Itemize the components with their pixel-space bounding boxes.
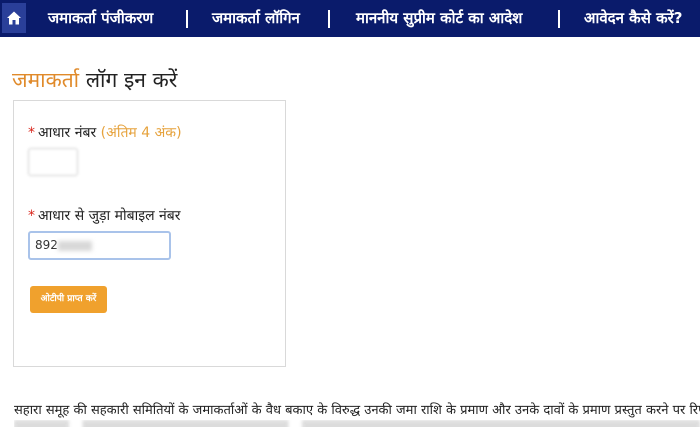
notice-text: सहारा समूह की सहकारी समितियों के जमाकर्त… (14, 403, 700, 418)
nav-depositor-registration[interactable]: जमाकर्ता पंजीकरण (48, 0, 153, 37)
required-mark: * (28, 125, 35, 141)
masked-digits (57, 240, 92, 251)
aadhaar-input[interactable] (28, 148, 78, 176)
page-title-rest: लॉग इन करें (85, 68, 178, 92)
mobile-label: * आधार से जुड़ा मोबाइल नंबर (28, 206, 181, 225)
nav-separator (186, 10, 188, 28)
aadhaar-hint: (अंतिम 4 अंक) (100, 125, 182, 141)
mobile-input-value: 892 (35, 238, 58, 252)
nav-supreme-court-order[interactable]: माननीय सुप्रीम कोर्ट का आदेश (356, 0, 522, 37)
required-mark: * (28, 208, 35, 224)
notice-text-continued (14, 420, 700, 427)
aadhaar-label: * आधार नंबर (अंतिम 4 अंक) (28, 123, 182, 142)
aadhaar-label-text: आधार नंबर (38, 125, 97, 141)
nav-separator (558, 10, 560, 28)
nav-depositor-login[interactable]: जमाकर्ता लॉगिन (212, 0, 300, 37)
top-navigation: जमाकर्ता पंजीकरण जमाकर्ता लॉगिन माननीय स… (0, 0, 700, 37)
page-title-accent: जमाकर्ता (12, 68, 80, 92)
nav-how-to-apply[interactable]: आवेदन कैसे करें? (584, 0, 682, 37)
mobile-label-text: आधार से जुड़ा मोबाइल नंबर (38, 208, 181, 224)
mobile-input[interactable]: 892 (28, 231, 171, 260)
nav-separator (328, 10, 330, 28)
page-title: जमाकर्ता लॉग इन करें (12, 66, 177, 94)
home-icon (7, 11, 21, 25)
home-button[interactable] (2, 3, 26, 33)
get-otp-button[interactable]: ओटीपी प्राप्त करें (30, 286, 107, 313)
